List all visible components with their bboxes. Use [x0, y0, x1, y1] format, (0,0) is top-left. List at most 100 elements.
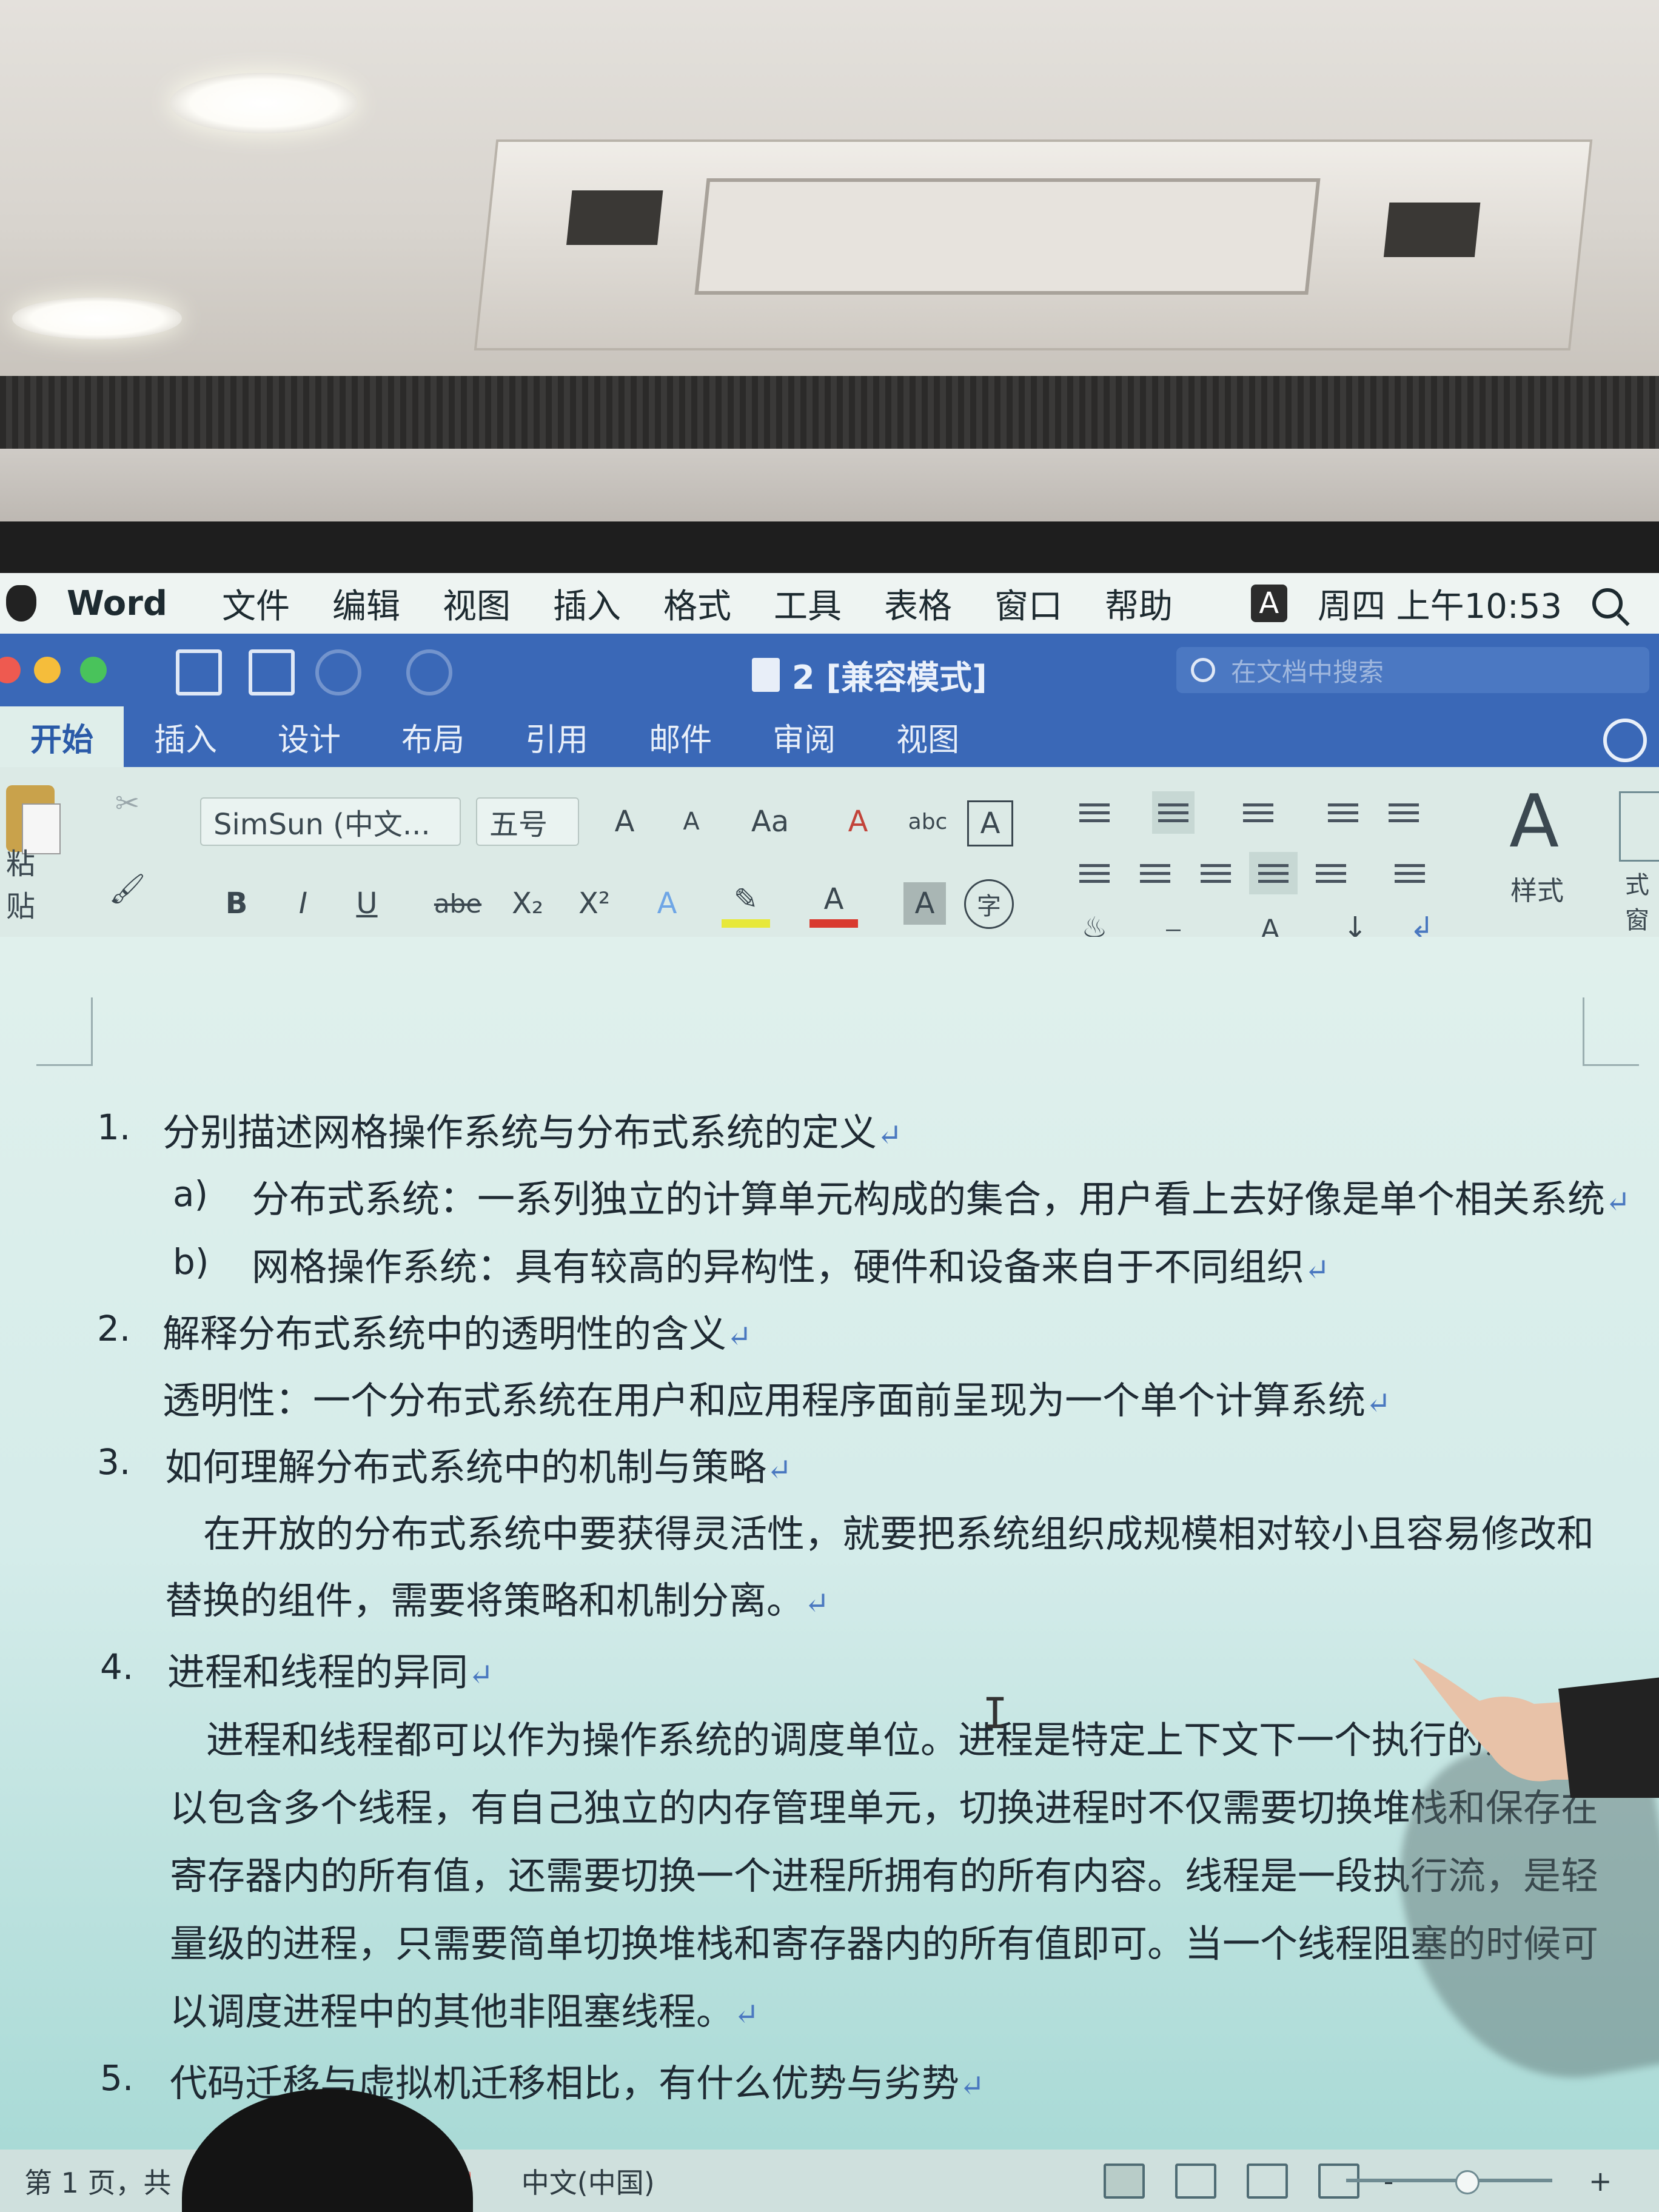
menu-format[interactable]: 格式	[663, 579, 731, 628]
doc-line[interactable]: 寄存器内的所有值，还需要切换一个进程所拥有的所有内容。线程是一段执行流，是轻	[170, 1845, 1598, 1900]
doc-line[interactable]: 如何理解分布式系统中的机制与策略↵	[165, 1436, 792, 1491]
doc-line[interactable]: 分别描述网格操作系统与分布式系统的定义↵	[163, 1102, 902, 1156]
tab-mailings[interactable]: 邮件	[618, 706, 742, 767]
subscript-button[interactable]: X₂	[500, 879, 555, 928]
tab-view[interactable]: 视图	[866, 706, 990, 767]
styles-pane-label[interactable]: 样式窗格	[1625, 870, 1659, 931]
app-menu[interactable]: Word	[67, 584, 167, 623]
character-shading-icon[interactable]: A	[903, 882, 946, 925]
menu-tools[interactable]: 工具	[774, 579, 842, 628]
input-method-icon[interactable]: A	[1250, 585, 1287, 622]
tab-references[interactable]: 引用	[495, 706, 618, 767]
styles-icon[interactable]: A	[1498, 779, 1570, 864]
numbering-icon[interactable]	[1152, 791, 1195, 834]
zoom-slider-knob[interactable]	[1455, 2170, 1480, 2194]
doc-line[interactable]: 替换的组件，需要将策略和机制分离。↵	[165, 1570, 830, 1624]
spotlight-search-icon[interactable]	[1592, 588, 1623, 618]
italic-button[interactable]: I	[279, 879, 327, 928]
menu-edit[interactable]: 编辑	[332, 579, 400, 628]
doc-line[interactable]: 以包含多个线程，有自己独立的内存管理单元，切换进程时不仅需要切换堆栈和保存在	[170, 1777, 1598, 1832]
increase-indent-icon[interactable]	[1382, 791, 1425, 834]
bold-button[interactable]: B	[212, 879, 261, 928]
outline-view-icon[interactable]	[1246, 2163, 1288, 2199]
doc-line[interactable]: 透明性：一个分布式系统在用户和应用程序面前呈现为一个单个计算系统↵	[163, 1370, 1391, 1424]
document-search[interactable]: 在文档中搜索	[1176, 647, 1649, 693]
clear-formatting-icon[interactable]: A	[831, 797, 885, 846]
page-count[interactable]: 第 1 页，共	[24, 2161, 172, 2201]
sidebar-toggle-icon[interactable]	[176, 649, 222, 695]
print-layout-icon[interactable]	[1103, 2163, 1145, 2199]
doc-line[interactable]: 在开放的分布式系统中要获得灵活性，就要把系统组织成规模相对较小且容易修改和	[203, 1503, 1594, 1558]
line-spacing-icon[interactable]	[1382, 852, 1437, 894]
language-indicator[interactable]: 中文(中国)	[521, 2161, 655, 2201]
align-left-icon[interactable]	[1073, 852, 1116, 894]
ribbon-home: 粘贴 ✂ 🖌 SimSun (中文... 五号 A A Aa A abc A B…	[0, 767, 1659, 948]
align-right-icon[interactable]	[1195, 852, 1237, 894]
tab-layout[interactable]: 布局	[371, 706, 495, 767]
screen-top-edge	[0, 521, 1659, 576]
font-size-select[interactable]: 五号	[476, 797, 579, 846]
tab-insert[interactable]: 插入	[124, 706, 247, 767]
menu-insert[interactable]: 插入	[553, 579, 621, 628]
web-layout-icon[interactable]	[1175, 2163, 1216, 2199]
apple-icon[interactable]	[6, 585, 36, 622]
format-painter-icon[interactable]: 🖌	[109, 870, 146, 907]
font-name-select[interactable]: SimSun (中文...	[200, 797, 461, 846]
align-center-icon[interactable]	[1134, 852, 1176, 894]
document-page[interactable]: 1. 分别描述网格操作系统与分布式系统的定义↵ a) 分布式系统：一系列独立的计…	[0, 937, 1659, 2150]
doc-line[interactable]: 以调度进程中的其他非阻塞线程。↵	[170, 1981, 759, 2036]
redo-icon[interactable]	[406, 649, 452, 695]
save-icon[interactable]	[249, 649, 295, 695]
styles-pane-icon[interactable]	[1619, 791, 1659, 862]
superscript-button[interactable]: X²	[567, 879, 622, 928]
zoom-window-button[interactable]	[80, 657, 107, 683]
change-case-icon[interactable]: Aa	[740, 797, 800, 846]
menu-help[interactable]: 帮助	[1105, 579, 1173, 628]
font-color-icon[interactable]: A	[809, 879, 858, 928]
paste-label[interactable]: 粘贴	[6, 847, 61, 923]
character-border-icon[interactable]: A	[967, 800, 1013, 846]
decrease-indent-icon[interactable]	[1322, 791, 1364, 834]
doc-line[interactable]: 进程和线程都可以作为操作系统的调度单位。进程是特定上下文下一个执行的流，可	[206, 1709, 1597, 1764]
menu-file[interactable]: 文件	[222, 579, 290, 628]
list-number: 2.	[97, 1308, 131, 1349]
tab-design[interactable]: 设计	[247, 706, 371, 767]
menu-table[interactable]: 表格	[884, 579, 952, 628]
mac-menubar: Word 文件 编辑 视图 插入 格式 工具 表格 窗口 帮助 A 周四 上午1…	[0, 573, 1659, 634]
list-number: 1.	[97, 1107, 131, 1148]
air-conditioner-vent	[566, 190, 663, 245]
menubar-clock[interactable]: 周四 上午10:53	[1318, 579, 1562, 628]
doc-line[interactable]: 网格操作系统：具有较高的异构性，硬件和设备来自于不同组织↵	[252, 1236, 1330, 1291]
list-number: b)	[173, 1241, 209, 1282]
feedback-smiley-icon[interactable]	[1603, 719, 1647, 762]
close-window-button[interactable]	[0, 657, 21, 683]
tab-home[interactable]: 开始	[0, 706, 124, 767]
tab-review[interactable]: 审阅	[742, 706, 866, 767]
minimize-window-button[interactable]	[34, 657, 61, 683]
zoom-in-button[interactable]: +	[1589, 2165, 1612, 2197]
undo-icon[interactable]	[315, 649, 361, 695]
menu-view[interactable]: 视图	[443, 579, 511, 628]
zoom-slider[interactable]	[1346, 2179, 1552, 2182]
underline-button[interactable]: U	[343, 879, 391, 928]
doc-line[interactable]: 分布式系统：一系列独立的计算单元构成的集合，用户看上去好像是单个相关系统↵	[252, 1168, 1631, 1223]
highlight-icon[interactable]: ✎	[722, 879, 770, 928]
multilevel-list-icon[interactable]	[1237, 791, 1279, 834]
cut-icon[interactable]: ✂	[109, 785, 146, 822]
grow-font-icon[interactable]: A	[600, 797, 649, 846]
page-margin-corner	[36, 997, 93, 1066]
ceiling	[0, 0, 1659, 376]
bullets-icon[interactable]	[1073, 791, 1116, 834]
doc-line[interactable]: 解释分布式系统中的透明性的含义↵	[163, 1303, 752, 1358]
doc-line[interactable]: 量级的进程，只需要简单切换堆栈和寄存器内的所有值即可。当一个线程阻塞的时候可	[170, 1913, 1598, 1968]
shrink-font-icon[interactable]: A	[667, 797, 716, 846]
doc-line[interactable]: 进程和线程的异同↵	[167, 1641, 494, 1696]
styles-label[interactable]: 样式	[1504, 870, 1570, 907]
menu-window[interactable]: 窗口	[994, 579, 1062, 628]
phonetic-guide-icon[interactable]: abc	[903, 791, 952, 852]
strikethrough-button[interactable]: abe	[427, 879, 488, 928]
distributed-icon[interactable]	[1310, 852, 1352, 894]
justify-icon[interactable]	[1249, 852, 1298, 894]
text-effects-icon[interactable]: A	[643, 879, 691, 928]
enclose-characters-icon[interactable]: 字	[964, 879, 1014, 929]
